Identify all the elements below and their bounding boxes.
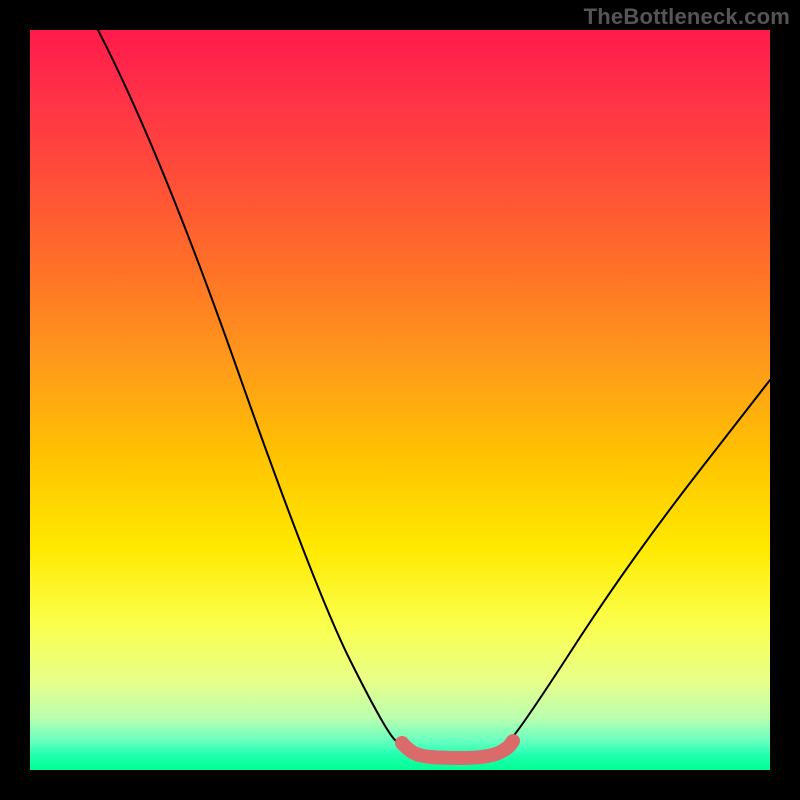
- main-curve: [98, 30, 770, 755]
- watermark-text: TheBottleneck.com: [584, 4, 790, 30]
- highlight-segment: [402, 741, 513, 758]
- plot-area: [30, 30, 770, 770]
- curve-canvas: [30, 30, 770, 770]
- chart-frame: TheBottleneck.com: [0, 0, 800, 800]
